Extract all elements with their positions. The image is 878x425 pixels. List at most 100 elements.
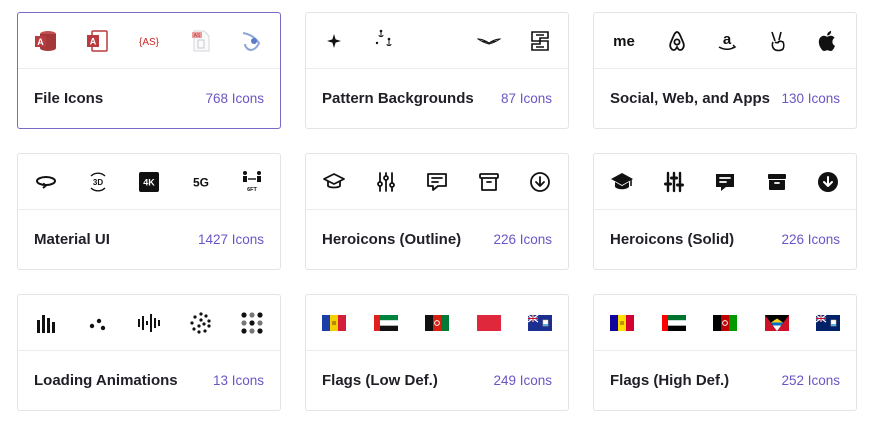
icon-set-grid: A A {AS} AS File Icons 768 Icons Pattern… bbox=[0, 0, 878, 425]
flag-anguilla-icon bbox=[816, 311, 840, 335]
svg-text:a: a bbox=[723, 31, 732, 48]
actionscript-icon: {AS} bbox=[137, 29, 161, 53]
flag-andorra-icon bbox=[610, 311, 634, 335]
icon-count: 226 Icons bbox=[493, 232, 552, 247]
flag-albania-icon bbox=[476, 311, 501, 335]
card-flags-low-def[interactable]: Flags (Low Def.) 249 Icons bbox=[305, 294, 569, 411]
archive-solid-icon bbox=[765, 170, 789, 194]
card-loading-animations[interactable]: Loading Animations 13 Icons bbox=[17, 294, 281, 411]
card-title: Flags (High Def.) bbox=[610, 372, 730, 389]
card-social-web-apps[interactable]: me a Social, Web, and Apps 130 Icons bbox=[593, 12, 857, 129]
rotate-360-icon bbox=[34, 170, 58, 194]
flag-andorra-icon bbox=[322, 311, 346, 335]
maze-icon bbox=[528, 29, 552, 53]
card-footer: Heroicons (Outline) 226 Icons bbox=[306, 210, 568, 269]
icon-count: 249 Icons bbox=[493, 373, 552, 388]
icon-preview-row bbox=[306, 295, 568, 351]
icon-count: 768 Icons bbox=[205, 91, 264, 106]
icon-preview-row bbox=[594, 154, 856, 210]
svg-text:A: A bbox=[37, 37, 44, 47]
card-footer: Pattern Backgrounds 87 Icons bbox=[306, 69, 568, 128]
icon-preview-row bbox=[18, 295, 280, 351]
card-footer: Flags (Low Def.) 249 Icons bbox=[306, 351, 568, 410]
card-file-icons[interactable]: A A {AS} AS File Icons 768 Icons bbox=[17, 12, 281, 129]
airbnb-icon bbox=[665, 29, 689, 53]
adjustments-solid-icon bbox=[662, 170, 686, 194]
academic-cap-outline-icon bbox=[322, 170, 346, 194]
as-file-icon: AS bbox=[189, 29, 213, 53]
card-heroicons-solid[interactable]: Heroicons (Solid) 226 Icons bbox=[593, 153, 857, 270]
card-footer: Loading Animations 13 Icons bbox=[18, 351, 280, 410]
access-db-icon: A bbox=[34, 29, 58, 53]
card-footer: File Icons 768 Icons bbox=[18, 69, 280, 128]
card-flags-high-def[interactable]: Flags (High Def.) 252 Icons bbox=[593, 294, 857, 411]
wings-icon bbox=[476, 29, 501, 53]
card-title: Social, Web, and Apps bbox=[610, 90, 771, 107]
icon-count: 252 Icons bbox=[781, 373, 840, 388]
svg-text:AS: AS bbox=[193, 33, 200, 39]
flag-uae-icon bbox=[373, 311, 398, 335]
amazon-icon: a bbox=[715, 29, 739, 53]
card-footer: Material UI 1427 Icons bbox=[18, 210, 280, 269]
arrow-circle-down-outline-icon bbox=[528, 170, 552, 194]
grid-loader-icon bbox=[240, 311, 264, 335]
card-title: Heroicons (Outline) bbox=[322, 231, 462, 248]
me-icon: me bbox=[610, 29, 638, 53]
apple-icon bbox=[816, 29, 840, 53]
angular-swoosh-icon bbox=[240, 29, 264, 53]
5g-icon: 5G bbox=[189, 170, 213, 194]
icon-preview-row bbox=[594, 295, 856, 351]
archive-outline-icon bbox=[477, 170, 501, 194]
card-pattern-backgrounds[interactable]: Pattern Backgrounds 87 Icons bbox=[305, 12, 569, 129]
sparkle-icon bbox=[322, 29, 346, 53]
icon-count: 226 Icons bbox=[781, 232, 840, 247]
card-title: Loading Animations bbox=[34, 372, 178, 389]
audio-loader-icon bbox=[137, 311, 161, 335]
svg-text:A: A bbox=[89, 36, 96, 46]
icon-preview-row bbox=[306, 154, 568, 210]
blank-icon bbox=[425, 29, 449, 53]
card-footer: Social, Web, and Apps 130 Icons bbox=[594, 69, 856, 128]
academic-cap-solid-icon bbox=[610, 170, 634, 194]
icon-preview-row: A A {AS} AS bbox=[18, 13, 280, 69]
card-material-ui[interactable]: 3D 4K 5G 6FT Material UI 1427 Icons bbox=[17, 153, 281, 270]
arrow-circle-down-solid-icon bbox=[816, 170, 840, 194]
flag-antigua-icon bbox=[764, 311, 789, 335]
svg-text:6FT: 6FT bbox=[247, 187, 257, 193]
flag-anguilla-icon bbox=[528, 311, 552, 335]
icon-count: 87 Icons bbox=[500, 91, 552, 106]
card-title: Material UI bbox=[34, 231, 110, 248]
card-title: Flags (Low Def.) bbox=[322, 372, 438, 389]
svg-text:me: me bbox=[613, 33, 635, 50]
6ft-apart-icon: 6FT bbox=[240, 170, 264, 194]
4k-icon: 4K bbox=[137, 170, 161, 194]
card-title: File Icons bbox=[34, 90, 104, 107]
icon-count: 130 Icons bbox=[781, 91, 840, 106]
bars-loader-icon bbox=[34, 311, 58, 335]
adjustments-outline-icon bbox=[374, 170, 398, 194]
svg-text:5G: 5G bbox=[192, 175, 208, 189]
flag-afghanistan-icon bbox=[425, 311, 449, 335]
card-heroicons-outline[interactable]: Heroicons (Outline) 226 Icons bbox=[305, 153, 569, 270]
svg-text:3D: 3D bbox=[92, 178, 102, 187]
rotate-3d-icon: 3D bbox=[86, 170, 110, 194]
access-file-icon: A bbox=[86, 29, 110, 53]
svg-text:{AS}: {AS} bbox=[139, 37, 160, 48]
card-footer: Heroicons (Solid) 226 Icons bbox=[594, 210, 856, 269]
flag-afghanistan-icon bbox=[713, 311, 737, 335]
icon-count: 1427 Icons bbox=[197, 232, 264, 247]
icon-preview-row: 3D 4K 5G 6FT bbox=[18, 154, 280, 210]
icon-preview-row bbox=[306, 13, 568, 69]
card-title: Pattern Backgrounds bbox=[322, 90, 474, 107]
icon-count: 13 Icons bbox=[212, 373, 264, 388]
ball-triangle-loader-icon bbox=[189, 311, 213, 335]
annotation-solid-icon bbox=[713, 170, 737, 194]
dots-loader-icon bbox=[86, 311, 110, 335]
anchors-icon bbox=[374, 29, 398, 53]
icon-preview-row: me a bbox=[594, 13, 856, 69]
peace-hand-icon bbox=[766, 29, 790, 53]
svg-text:4K: 4K bbox=[143, 177, 155, 187]
card-footer: Flags (High Def.) 252 Icons bbox=[594, 351, 856, 410]
card-title: Heroicons (Solid) bbox=[610, 231, 735, 248]
annotation-outline-icon bbox=[425, 170, 449, 194]
